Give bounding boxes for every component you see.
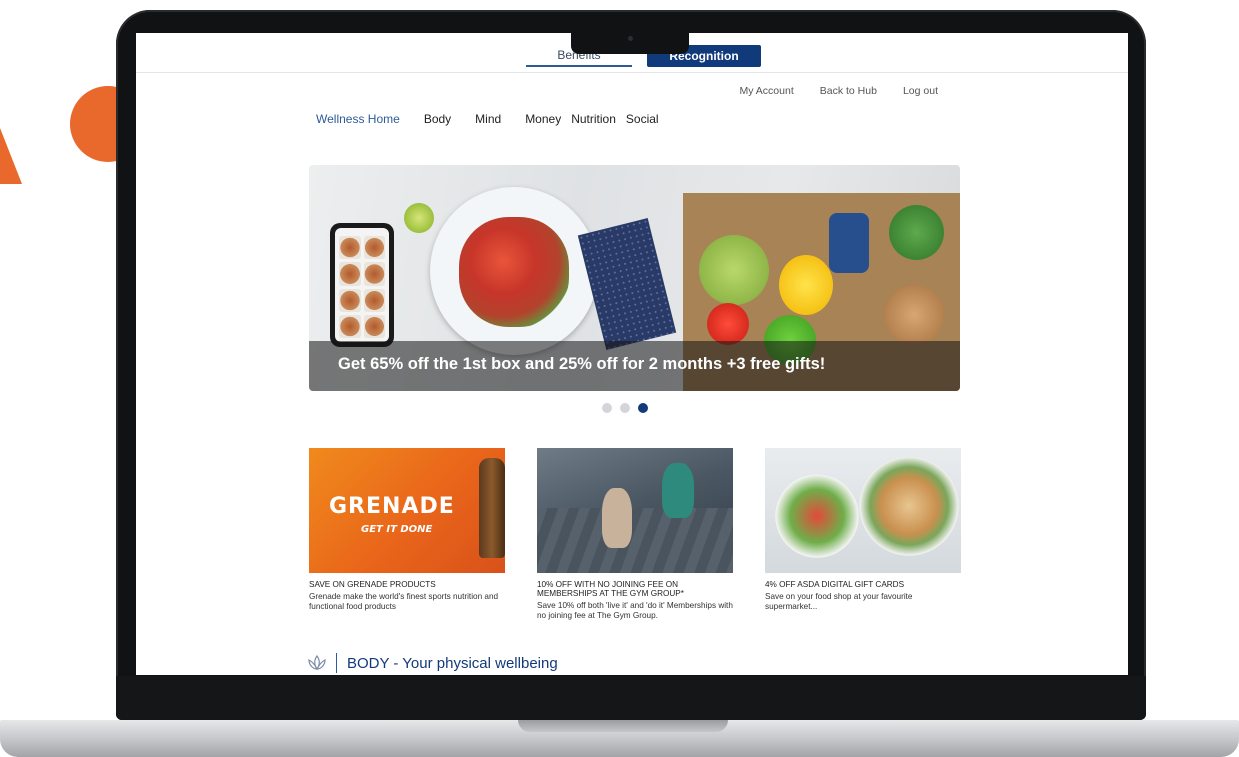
almonds-image bbox=[884, 285, 944, 345]
grenade-image: GRENADE GET IT DONE bbox=[309, 448, 505, 573]
romanesco-image bbox=[699, 235, 769, 305]
lime-image bbox=[404, 203, 434, 233]
decorative-triangle bbox=[0, 128, 22, 184]
salad-bowl-image bbox=[775, 474, 859, 558]
back-to-hub-link[interactable]: Back to Hub bbox=[820, 85, 877, 97]
nav-nutrition[interactable]: Nutrition bbox=[571, 112, 616, 126]
bottle-image bbox=[479, 458, 505, 558]
main-nav: Wellness Home Body Mind Money Nutrition … bbox=[316, 112, 683, 126]
offer-card-grenade[interactable]: GRENADE GET IT DONE SAVE ON GRENADE PROD… bbox=[309, 448, 505, 612]
section-heading: BODY - Your physical wellbeing bbox=[347, 654, 558, 672]
nav-mind[interactable]: Mind bbox=[475, 112, 501, 126]
offer-card-gym-group[interactable]: 10% OFF WITH NO JOINING FEE ON MEMBERSHI… bbox=[537, 448, 733, 621]
card-description: Grenade make the world's finest sports n… bbox=[309, 592, 499, 611]
card-title: SAVE ON GRENADE PRODUCTS bbox=[309, 580, 436, 589]
laptop-groove bbox=[518, 720, 728, 732]
food-image bbox=[765, 448, 961, 573]
body-section-header: BODY - Your physical wellbeing bbox=[306, 653, 558, 673]
account-links: My Account Back to Hub Log out bbox=[739, 85, 938, 97]
yellow-pepper-image bbox=[779, 255, 833, 315]
card-title: 10% OFF WITH NO JOINING FEE ON MEMBERSHI… bbox=[537, 580, 684, 598]
camera-icon bbox=[628, 36, 633, 41]
phone-image bbox=[330, 223, 394, 347]
grenade-tagline: GET IT DONE bbox=[361, 524, 433, 535]
nav-wellness-home[interactable]: Wellness Home bbox=[316, 112, 400, 126]
carousel-dots bbox=[602, 403, 648, 413]
offer-card-asda[interactable]: 4% OFF ASDA DIGITAL GIFT CARDS Save on y… bbox=[765, 448, 961, 612]
nav-money[interactable]: Money bbox=[525, 112, 561, 126]
herbs-image bbox=[889, 205, 944, 260]
carousel-dot-2[interactable] bbox=[620, 403, 630, 413]
gym-image bbox=[537, 448, 733, 573]
card-description: Save 10% off both 'live it' and 'do it' … bbox=[537, 601, 733, 620]
my-account-link[interactable]: My Account bbox=[739, 85, 793, 97]
logout-link[interactable]: Log out bbox=[903, 85, 938, 97]
pasta-image bbox=[459, 217, 569, 327]
divider bbox=[336, 653, 337, 673]
hero-caption: Get 65% off the 1st box and 25% off for … bbox=[309, 341, 960, 391]
laptop-screen: Benefits Recognition My Account Back to … bbox=[136, 33, 1128, 675]
card-title: 4% OFF ASDA DIGITAL GIFT CARDS bbox=[765, 580, 905, 589]
nav-social[interactable]: Social bbox=[626, 112, 659, 126]
tomatoes-image bbox=[707, 303, 749, 345]
lotus-icon bbox=[308, 654, 326, 671]
carousel-dot-1[interactable] bbox=[602, 403, 612, 413]
card-description: Save on your food shop at your favourite… bbox=[765, 592, 913, 611]
carousel-dot-3[interactable] bbox=[638, 403, 648, 413]
wraps-plate-image bbox=[859, 456, 959, 556]
person-image bbox=[602, 488, 632, 548]
grenade-logo-text: GRENADE bbox=[329, 494, 455, 519]
person-image bbox=[662, 463, 694, 518]
nav-body[interactable]: Body bbox=[424, 112, 451, 126]
hero-banner[interactable]: Get 65% off the 1st box and 25% off for … bbox=[309, 165, 960, 391]
napkin-image bbox=[577, 218, 677, 350]
laptop-chin bbox=[116, 676, 1146, 720]
tin-can-image bbox=[829, 213, 869, 273]
